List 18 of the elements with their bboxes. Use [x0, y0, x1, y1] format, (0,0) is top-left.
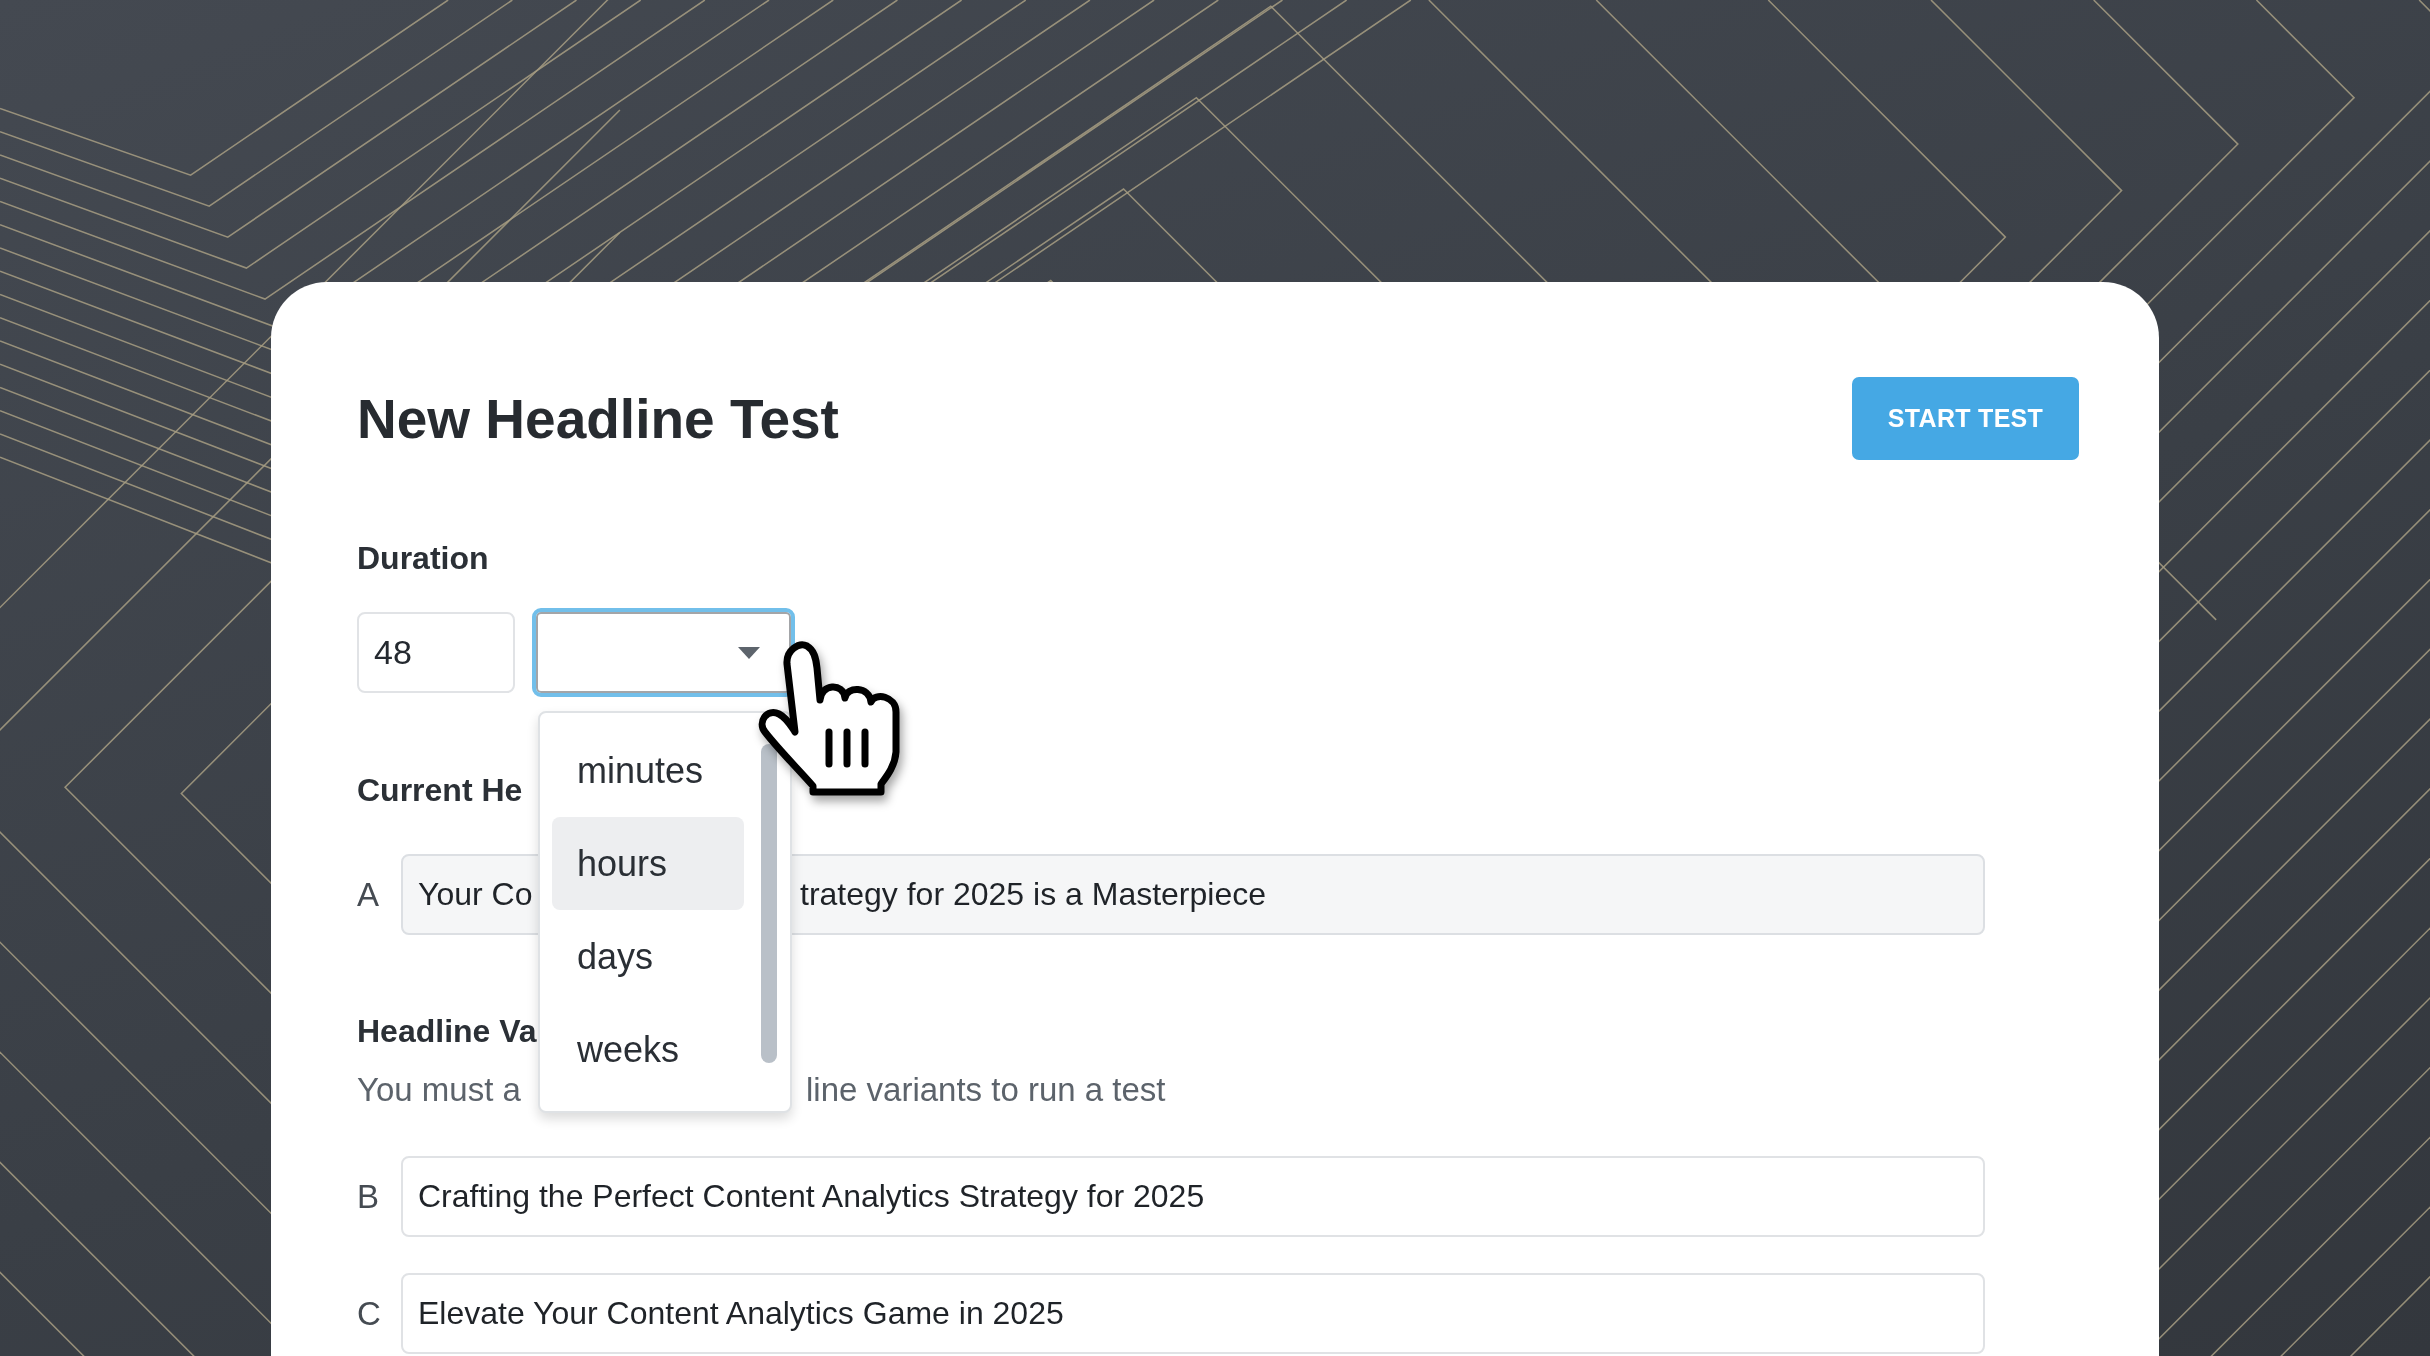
duration-input[interactable]: 48	[357, 612, 515, 693]
variant-letter: C	[357, 1294, 382, 1333]
section-label: Duration	[357, 539, 489, 578]
dropdown-option[interactable]: weeks	[552, 1003, 744, 1096]
dropdown-option[interactable]: hours	[552, 817, 744, 910]
section-label: Current He	[357, 771, 523, 810]
helper-text: You must a	[357, 1070, 522, 1110]
unit-select[interactable]	[532, 608, 795, 697]
section-label: Headline Va	[357, 1012, 537, 1051]
helper-text: line variants to run a test	[806, 1070, 1166, 1110]
dropdown-option[interactable]: minutes	[552, 724, 744, 817]
variant-letter: B	[357, 1177, 380, 1216]
caret-icon	[738, 646, 760, 659]
headline-field[interactable]: Crafting the Perfect Content Analytics Strategy for 2025	[401, 1156, 1985, 1237]
scrollbar-thumb[interactable]	[761, 744, 777, 1063]
variant-letter: A	[357, 875, 380, 914]
headline-field[interactable]: Elevate Your Content Analytics Game in 2025	[401, 1273, 1985, 1354]
page-title: New Headline Test	[357, 386, 839, 451]
